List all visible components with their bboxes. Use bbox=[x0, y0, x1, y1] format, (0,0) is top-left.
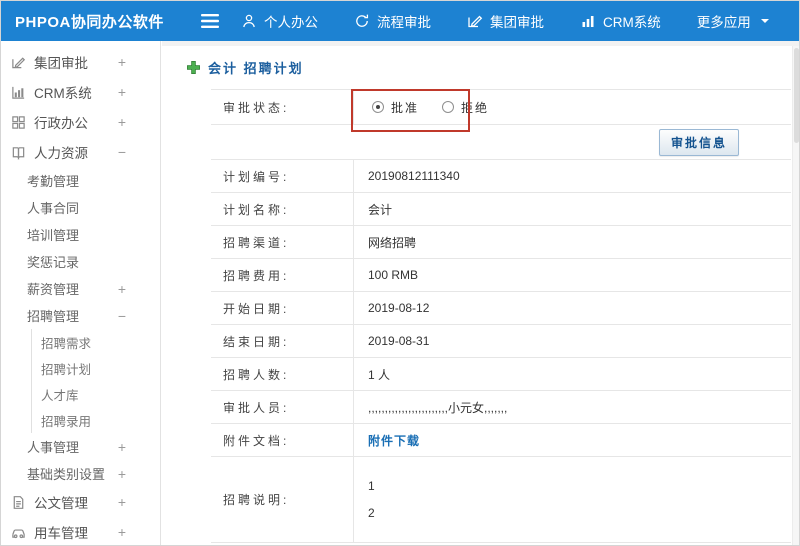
field-row-attachment: 附件文档: 附件下载 bbox=[211, 424, 791, 457]
radio-reject[interactable] bbox=[442, 101, 455, 113]
expand-toggle[interactable]: + bbox=[118, 282, 126, 296]
cycle-icon bbox=[354, 13, 370, 29]
field-row-end-date: 结束日期: 2019-08-31 bbox=[211, 325, 791, 358]
app-brand: PHPOA协同办公软件 bbox=[15, 13, 164, 31]
nav-more-apps[interactable]: 更多应用 bbox=[697, 11, 770, 31]
approval-toolbar: 审批信息 bbox=[211, 125, 791, 159]
scrollbar-thumb[interactable] bbox=[794, 48, 799, 143]
expand-toggle[interactable]: + bbox=[118, 525, 126, 539]
main-content: 会计 招聘计划 审批状态: 批准 拒绝 审批信息 计划编号: 201908121… bbox=[162, 41, 799, 545]
vertical-scrollbar[interactable] bbox=[792, 46, 799, 545]
field-row-plan-name: 计划名称: 会计 bbox=[211, 193, 791, 226]
field-row-headcount: 招聘人数: 1 人 bbox=[211, 358, 791, 391]
sidebar-item-personnel-mgmt[interactable]: 人事管理 + bbox=[1, 433, 160, 460]
document-icon bbox=[11, 495, 26, 510]
sidebar-item-hr-contract[interactable]: 人事合同 bbox=[1, 194, 160, 221]
expand-toggle[interactable]: − bbox=[118, 309, 126, 323]
sidebar-item-group-approval[interactable]: 集团审批 + bbox=[1, 47, 160, 77]
detail-fields-table: 计划编号: 20190812111340 计划名称: 会计 招聘渠道: 网络招聘… bbox=[211, 159, 791, 543]
sidebar-item-training-mgmt[interactable]: 培训管理 bbox=[1, 221, 160, 248]
edit-icon bbox=[11, 55, 26, 70]
office-grid-icon bbox=[11, 115, 26, 130]
nav-workflow-approval[interactable]: 流程审批 bbox=[354, 11, 431, 31]
sidebar: 集团审批 + CRM系统 + 行政办公 + 人力资源 − 考勤管理 人事合同 培… bbox=[1, 41, 161, 545]
expand-toggle[interactable]: + bbox=[118, 55, 126, 69]
book-icon bbox=[11, 145, 26, 160]
approval-radio-group: 批准 拒绝 bbox=[354, 90, 791, 124]
person-icon bbox=[241, 13, 257, 29]
nav-label: 个人办公 bbox=[264, 15, 318, 30]
car-icon bbox=[11, 525, 26, 540]
field-row-recruit-cost: 招聘费用: 100 RMB bbox=[211, 259, 791, 292]
approval-status-row: 审批状态: 批准 拒绝 bbox=[211, 89, 791, 125]
nav-group-approval[interactable]: 集团审批 bbox=[467, 11, 544, 31]
nav-personal-office[interactable]: 个人办公 bbox=[241, 11, 318, 31]
page-title: 会计 招聘计划 bbox=[186, 57, 799, 77]
field-row-approvers: 审批人员: ,,,,,,,,,,,,,,,,,,,,,,,,小元女,,,,,,, bbox=[211, 391, 791, 424]
expand-toggle[interactable]: + bbox=[118, 85, 126, 99]
sidebar-item-recruitment-mgmt[interactable]: 招聘管理 − bbox=[1, 302, 160, 329]
sidebar-item-salary-mgmt[interactable]: 薪资管理 + bbox=[1, 275, 160, 302]
radio-reject-label[interactable]: 拒绝 bbox=[461, 99, 489, 116]
field-row-recruit-description: 招聘说明: 1 2 bbox=[211, 457, 791, 543]
plus-icon bbox=[186, 60, 201, 75]
recruit-plan-detail-form: 审批状态: 批准 拒绝 审批信息 计划编号: 20190812111340 计划… bbox=[211, 89, 791, 543]
sidebar-item-human-resources[interactable]: 人力资源 − bbox=[1, 137, 160, 167]
attachment-download-link[interactable]: 附件下载 bbox=[354, 424, 791, 456]
field-label: 审批状态: bbox=[211, 90, 354, 124]
sidebar-item-talent-pool[interactable]: 人才库 bbox=[32, 381, 160, 407]
chevron-down-icon bbox=[760, 16, 770, 26]
recruitment-submenu: 招聘需求 招聘计划 人才库 招聘录用 bbox=[31, 329, 160, 433]
page-title-text: 会计 招聘计划 bbox=[208, 60, 304, 76]
sidebar-item-recruit-plan[interactable]: 招聘计划 bbox=[32, 355, 160, 381]
sidebar-item-reward-records[interactable]: 奖惩记录 bbox=[1, 248, 160, 275]
field-row-plan-number: 计划编号: 20190812111340 bbox=[211, 160, 791, 193]
topbar: PHPOA协同办公软件 个人办公 流程审批 集团审批 CRM系统 更多应用 bbox=[1, 1, 799, 41]
sidebar-item-base-category-settings[interactable]: 基础类别设置 + bbox=[1, 460, 160, 487]
field-row-recruit-channel: 招聘渠道: 网络招聘 bbox=[211, 226, 791, 259]
nav-label: CRM系统 bbox=[603, 15, 661, 30]
expand-toggle[interactable]: + bbox=[118, 440, 126, 454]
phpoa-app-window: PHPOA协同办公软件 个人办公 流程审批 集团审批 CRM系统 更多应用 集团… bbox=[0, 0, 800, 546]
expand-toggle[interactable]: + bbox=[118, 115, 126, 129]
approval-info-button[interactable]: 审批信息 bbox=[658, 128, 739, 156]
sidebar-item-recruit-demand[interactable]: 招聘需求 bbox=[32, 329, 160, 355]
bar-chart-icon bbox=[580, 13, 596, 29]
edit-icon bbox=[467, 13, 483, 29]
sidebar-item-recruit-hire[interactable]: 招聘录用 bbox=[32, 407, 160, 433]
nav-label: 流程审批 bbox=[377, 15, 431, 30]
bar-chart-icon bbox=[11, 85, 26, 100]
sidebar-item-crm-system[interactable]: CRM系统 + bbox=[1, 77, 160, 107]
top-navigation: 个人办公 流程审批 集团审批 CRM系统 更多应用 bbox=[241, 11, 770, 31]
sidebar-item-attendance-mgmt[interactable]: 考勤管理 bbox=[1, 167, 160, 194]
expand-toggle[interactable]: + bbox=[118, 467, 126, 481]
nav-crm-system[interactable]: CRM系统 bbox=[580, 11, 661, 31]
sidebar-item-vehicle-mgmt[interactable]: 用车管理 + bbox=[1, 517, 160, 545]
field-row-start-date: 开始日期: 2019-08-12 bbox=[211, 292, 791, 325]
nav-label: 集团审批 bbox=[490, 15, 544, 30]
sidebar-item-document-mgmt[interactable]: 公文管理 + bbox=[1, 487, 160, 517]
expand-toggle[interactable]: − bbox=[118, 145, 126, 159]
radio-approve[interactable] bbox=[372, 101, 384, 113]
expand-toggle[interactable]: + bbox=[118, 495, 126, 509]
sidebar-item-admin-office[interactable]: 行政办公 + bbox=[1, 107, 160, 137]
hamburger-menu-icon[interactable] bbox=[197, 14, 223, 28]
nav-label: 更多应用 bbox=[696, 15, 751, 30]
radio-approve-label[interactable]: 批准 bbox=[391, 99, 419, 116]
